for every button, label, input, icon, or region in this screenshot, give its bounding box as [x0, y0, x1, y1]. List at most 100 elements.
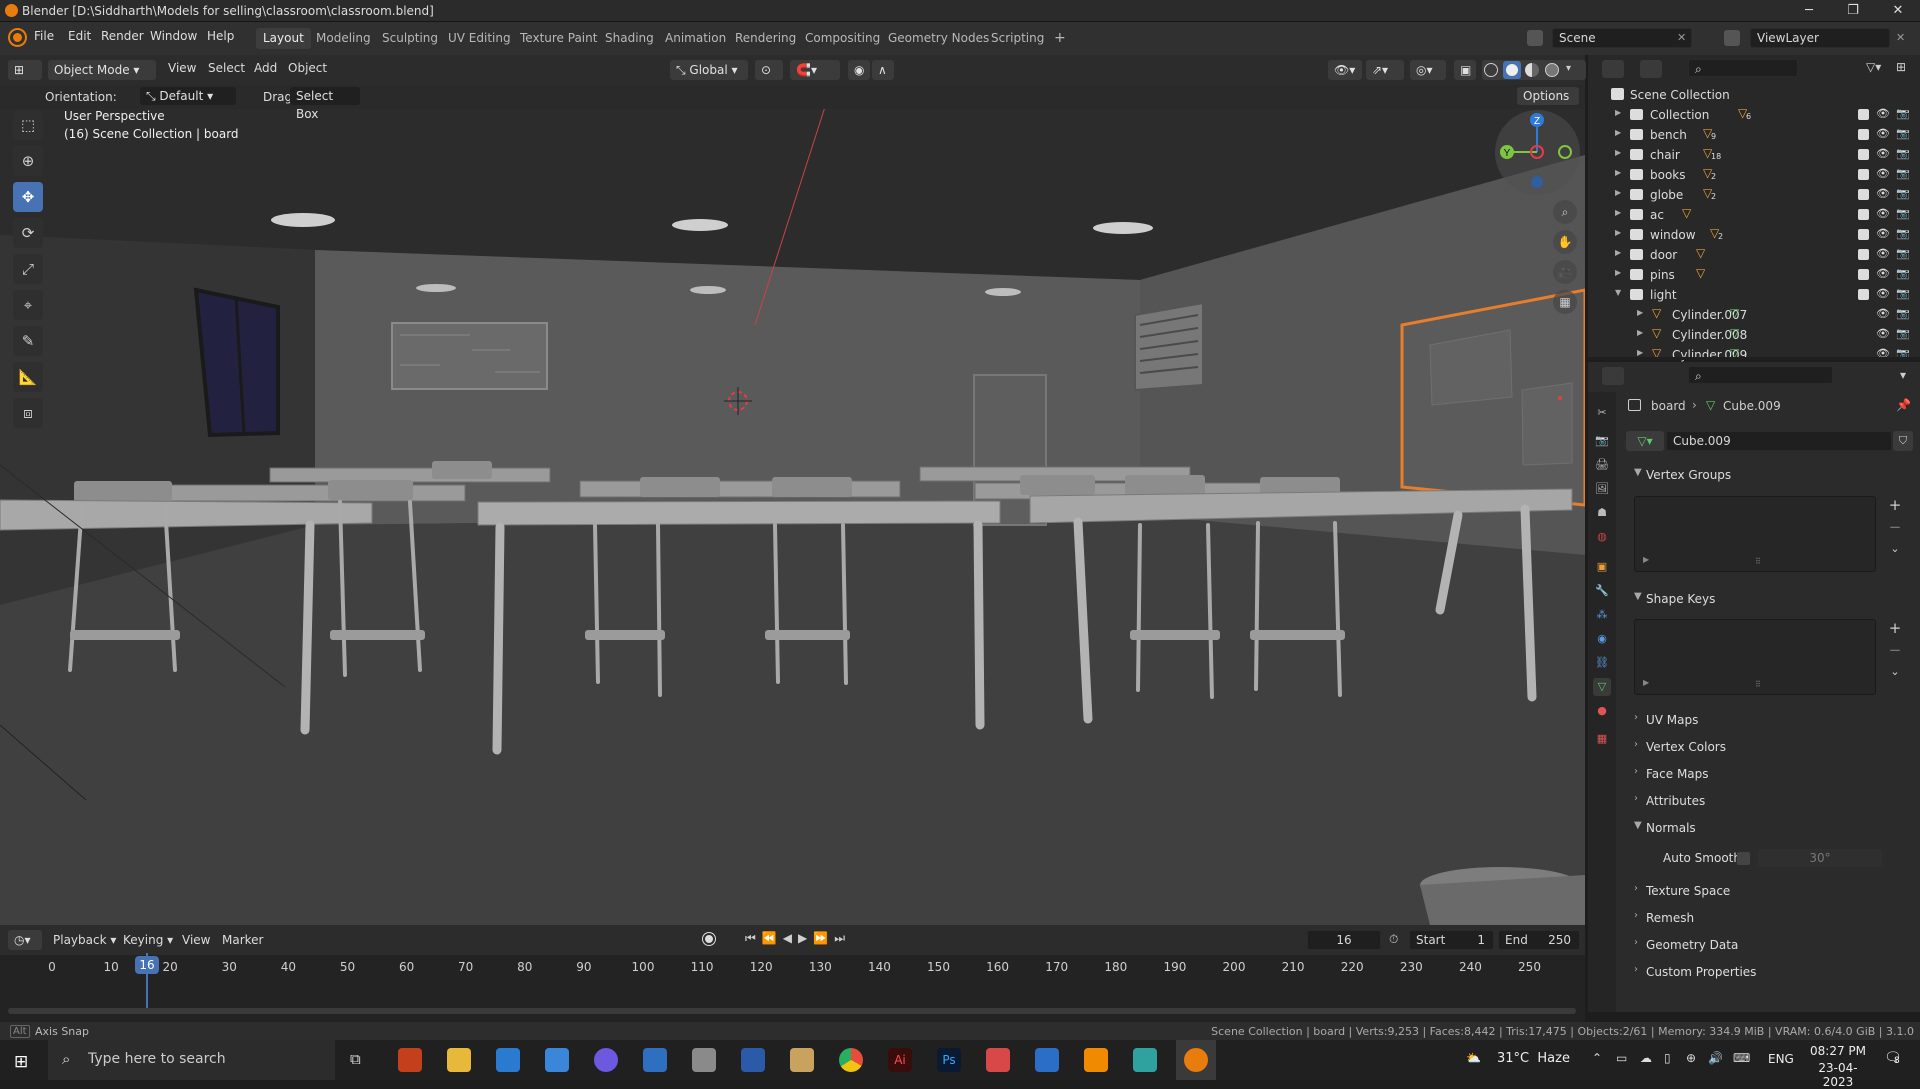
outliner-row[interactable]: ▶ Collection ▽ 6 👁 📷 — [1588, 105, 1920, 125]
outliner-row[interactable]: ▶ ▽ Cylinder.007 ▽ 👁 📷 — [1588, 305, 1920, 325]
meet-icon[interactable]: ▭ — [1616, 1051, 1627, 1065]
taskbar-search-box[interactable]: ⌕ Type here to search — [48, 1040, 335, 1080]
tab-layout[interactable]: Layout — [256, 28, 311, 49]
weather-text[interactable]: 31°C Haze — [1497, 1051, 1570, 1066]
vertex-groups-section[interactable]: ▼ Vertex Groups — [1620, 464, 1910, 486]
render-camera-icon[interactable]: 📷 — [1896, 127, 1910, 140]
volume-icon[interactable]: 🔊 — [1708, 1051, 1723, 1065]
fake-user-shield-icon[interactable]: ⛉ — [1893, 431, 1913, 451]
outliner-row[interactable]: ▶ books ▽ 2 👁 📷 — [1588, 165, 1920, 185]
include-checkbox[interactable] — [1858, 189, 1869, 200]
scene-close-icon[interactable]: ✕ — [1677, 31, 1686, 44]
solid-shading-button[interactable] — [1503, 61, 1521, 79]
physics-tab-icon[interactable]: ◉ — [1593, 630, 1611, 648]
render-camera-icon[interactable]: 📷 — [1896, 107, 1910, 120]
visibility-eye-icon[interactable]: 👁 — [1876, 327, 1890, 340]
menu-window[interactable]: Window — [150, 29, 197, 43]
remove-shape-key-button[interactable]: − — [1884, 641, 1906, 661]
file-explorer-icon[interactable] — [447, 1048, 471, 1072]
visibility-eye-icon[interactable]: 👁 — [1876, 127, 1890, 140]
viewlayer-selector[interactable]: ViewLayer — [1750, 28, 1890, 48]
data-tab-icon[interactable]: ▽ — [1593, 678, 1611, 696]
task-view-icon[interactable]: ⧉ — [350, 1050, 361, 1068]
tab-rendering[interactable]: Rendering — [728, 28, 803, 49]
record-icon[interactable] — [703, 933, 715, 945]
navigation-gizmo[interactable]: Z Y — [1495, 110, 1580, 195]
view-layer-tab-icon[interactable]: 🖼 — [1593, 480, 1611, 498]
material-tab-icon[interactable]: ● — [1593, 702, 1611, 720]
scale-tool-icon[interactable]: ⤢ — [13, 254, 43, 284]
rotate-tool-icon[interactable]: ⟳ — [13, 218, 43, 248]
next-keyframe-icon[interactable]: ⏩ — [813, 931, 834, 945]
outliner-row[interactable]: ▶ ▽ Cylinder.008 ▽ 👁 📷 — [1588, 325, 1920, 345]
neg-y-axis-bulb[interactable] — [1558, 145, 1572, 159]
powerpoint-icon[interactable] — [398, 1048, 422, 1072]
playhead-frame-badge[interactable]: 16 — [135, 956, 159, 974]
object-tab-icon[interactable]: ▣ — [1593, 558, 1611, 576]
scene-tab-icon[interactable]: ☗ — [1593, 504, 1611, 522]
menu-keying[interactable]: Keying ▾ — [123, 933, 173, 947]
outliner-search-input[interactable]: ⌕ — [1688, 59, 1798, 77]
add-vertex-group-button[interactable]: + — [1884, 496, 1906, 516]
include-checkbox[interactable] — [1858, 269, 1869, 280]
properties-editor-type-icon[interactable] — [1602, 367, 1624, 385]
visibility-eye-icon[interactable]: 👁 — [1876, 107, 1890, 120]
texture-tab-icon[interactable]: ▦ — [1593, 730, 1611, 748]
rendered-shading-icon[interactable] — [1545, 63, 1559, 77]
visibility-eye-icon[interactable]: 👁 — [1876, 167, 1890, 180]
camera-view-icon[interactable]: 🎥 — [1553, 260, 1577, 284]
custom-properties-section[interactable]: › Custom Properties — [1620, 961, 1910, 983]
outliner-row[interactable]: ▶ bench ▽ 9 👁 📷 — [1588, 125, 1920, 145]
shading-options-icon[interactable]: ▾ — [1566, 63, 1571, 74]
pan-hand-icon[interactable]: ✋ — [1553, 230, 1577, 254]
particles-tab-icon[interactable]: ⁂ — [1593, 606, 1611, 624]
menu-object[interactable]: Object — [288, 61, 327, 75]
expand-right-icon[interactable]: ▶ — [1615, 268, 1621, 277]
properties-search-input[interactable]: ⌕ — [1688, 366, 1833, 384]
include-checkbox[interactable] — [1858, 229, 1869, 240]
ortho-grid-icon[interactable]: ▦ — [1553, 290, 1577, 314]
render-camera-icon[interactable]: 📷 — [1896, 267, 1910, 280]
render-camera-icon[interactable]: 📷 — [1896, 227, 1910, 240]
include-checkbox[interactable] — [1858, 149, 1869, 160]
vertex-group-menu-icon[interactable]: ⌄ — [1884, 542, 1906, 562]
outliner-row[interactable]: ▶ globe ▽ 2 👁 📷 — [1588, 185, 1920, 205]
visibility-eye-icon[interactable]: 👁 — [1876, 207, 1890, 220]
pivot-icon[interactable]: ⊙ — [755, 60, 783, 80]
play-icon[interactable]: ▶ — [798, 931, 813, 945]
timeline-scrollbar[interactable] — [8, 1008, 1576, 1014]
menu-select[interactable]: Select — [208, 61, 245, 75]
expand-right-icon[interactable]: ▶ — [1615, 248, 1621, 257]
vlc-icon[interactable] — [1084, 1048, 1108, 1072]
expand-right-icon[interactable]: ▶ — [1615, 168, 1621, 177]
battery-icon[interactable]: ▯ — [1664, 1051, 1671, 1065]
drag-dropdown[interactable]: Select Box — [290, 87, 360, 121]
properties-options-icon[interactable]: ▾ — [1900, 368, 1906, 382]
shape-keys-section[interactable]: ▼ Shape Keys — [1620, 588, 1910, 610]
render-camera-icon[interactable]: 📷 — [1896, 167, 1910, 180]
transform-tool-icon[interactable]: ⌖ — [13, 290, 43, 320]
vertex-groups-list[interactable]: ▶ ⠿ — [1634, 496, 1876, 572]
output-tab-icon[interactable]: 🖨 — [1593, 456, 1611, 474]
add-cube-tool-icon[interactable]: ⧈ — [13, 398, 43, 428]
expand-down-icon[interactable]: ▼ — [1615, 288, 1621, 297]
tab-sculpting[interactable]: Sculpting — [375, 28, 445, 49]
tab-animation[interactable]: Animation — [658, 28, 733, 49]
render-camera-icon[interactable]: 📷 — [1896, 247, 1910, 260]
menu-edit[interactable]: Edit — [68, 29, 91, 43]
filter-icon[interactable]: ▽▾ — [1866, 60, 1881, 74]
expand-right-icon[interactable]: ▶ — [1637, 308, 1643, 317]
clock-icon[interactable]: ⏱ — [1389, 932, 1398, 947]
overlay-toggle-icon[interactable]: ◎▾ — [1410, 60, 1446, 80]
include-checkbox[interactable] — [1858, 169, 1869, 180]
tab-scripting[interactable]: Scripting — [984, 28, 1051, 49]
attributes-section[interactable]: › Attributes — [1620, 790, 1910, 812]
start-frame-field[interactable]: Start 1 — [1409, 930, 1494, 950]
expand-right-icon[interactable]: ▶ — [1615, 108, 1621, 117]
clock-date[interactable]: 23-04-2023 — [1806, 1061, 1870, 1089]
shape-keys-list[interactable]: ▶ ⠿ — [1634, 619, 1876, 695]
add-shape-key-button[interactable]: + — [1884, 619, 1906, 639]
xray-toggle-icon[interactable]: ▣ — [1454, 60, 1476, 80]
child-objects-icon[interactable]: ▽ — [1696, 266, 1705, 280]
auto-smooth-checkbox[interactable] — [1737, 852, 1750, 865]
